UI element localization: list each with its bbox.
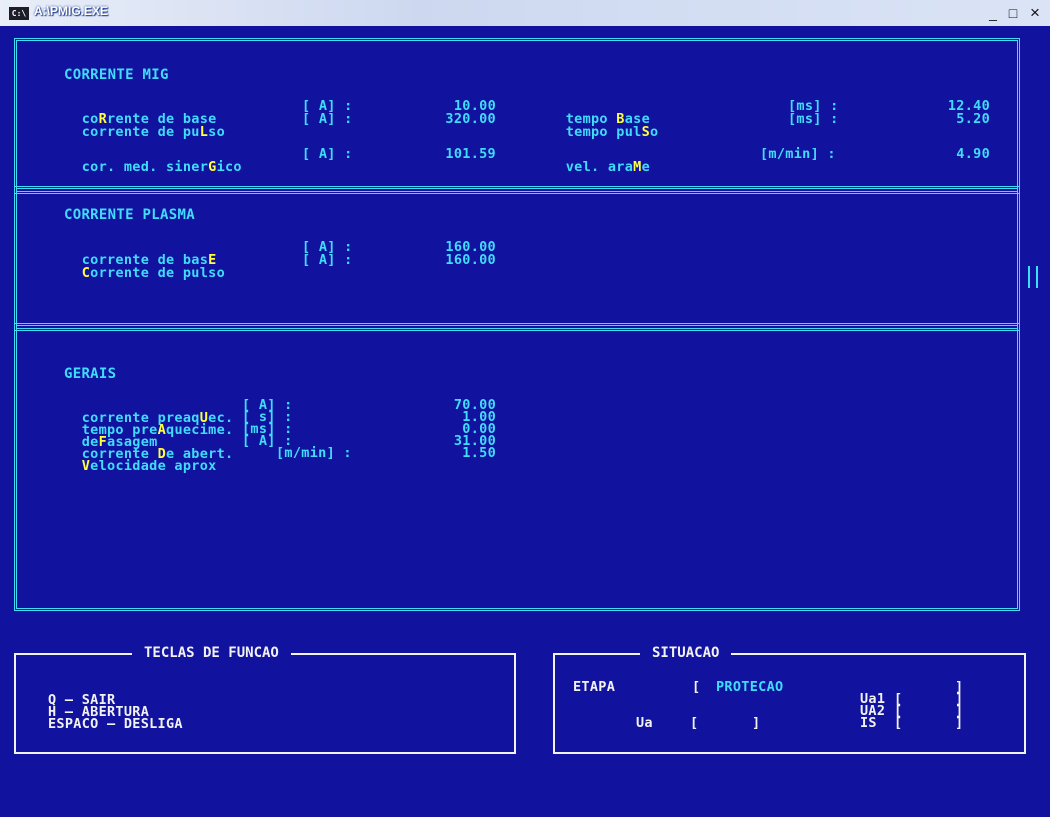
etapa-label: ETAPA [573,679,616,695]
mig-row-tempo-pulso: tempo pulSo [565,124,659,140]
maximize-button[interactable]: □ [1004,5,1022,21]
va-label: Ua [636,715,653,731]
key-desliga[interactable]: ESPACO — DESLIGA [48,717,183,731]
mig-row-pulso-value: 320.00 [445,111,496,127]
minimize-button[interactable]: _ [984,5,1002,21]
is-close: ] [955,715,964,731]
mig-row-vel-arame-value: 4.90 [956,146,990,162]
window-title: A:\PMIG.EXE [34,4,109,18]
is-label: IS [860,715,877,731]
mig-heading: CORRENTE MIG [64,67,169,83]
is-open: [ [894,715,903,731]
plasma-heading: CORRENTE PLASMA [64,207,195,223]
gerais-row-velocidade-value: 1.50 [462,445,496,461]
mig-row-vel-arame-unit: [m/min] : [760,146,836,162]
va-close: ] [752,715,761,731]
gerais-heading: GERAIS [64,366,117,382]
etapa-open-bracket: [ [692,679,701,695]
console-area: CORRENTE MIG coRrente de base [ A] : 10.… [0,26,1050,817]
mig-row-sinergico: cor. med. sinerGico [81,159,242,175]
function-keys-title: TECLAS DE FUNCAO [132,646,291,660]
mig-row-sinergico-unit: [ A] : [302,146,353,162]
mig-row-pulso: corrente de puLso [81,124,226,140]
plasma-row-pulso: Corrente de pulso [81,265,225,281]
close-button[interactable]: × [1026,4,1044,21]
va-open: [ [690,715,699,731]
gerais-row-velocidade: Velocidade aprox [81,458,217,474]
mig-row-pulso-unit: [ A] : [302,111,353,127]
title-bar[interactable]: C:\ A:\PMIG.EXE _ □ × [0,0,1050,27]
console-app-icon[interactable]: C:\ [9,7,29,20]
mig-row-vel-arame: vel. araMe [565,159,651,175]
etapa-value: PROTECAO [716,679,784,695]
scroll-indicator-icon[interactable] [1028,266,1038,288]
plasma-row-pulso-unit: [ A] : [302,252,353,268]
mig-row-tempo-pulso-unit: [ms] : [788,111,839,127]
plasma-row-pulso-value: 160.00 [445,252,496,268]
situacao-title: SITUACAO [640,646,732,660]
mig-row-sinergico-value: 101.59 [445,146,496,162]
gerais-row-velocidade-unit: [m/min] : [276,445,352,461]
mig-row-tempo-pulso-value: 5.20 [956,111,990,127]
